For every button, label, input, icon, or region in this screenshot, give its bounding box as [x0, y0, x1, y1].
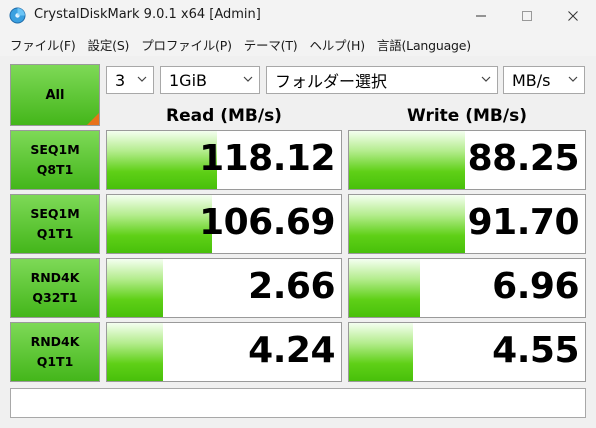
result-read-seq1m-q1t1: 106.69 [106, 194, 342, 254]
read-column-header: Read (MB/s) [166, 106, 282, 126]
app-disk-icon [9, 7, 26, 24]
test-seq1m-q8t1-button[interactable]: SEQ1M Q8T1 [10, 130, 100, 190]
folder-select[interactable]: フォルダー選択 [266, 66, 498, 94]
menu-settings[interactable]: 設定(S) [82, 35, 136, 54]
all-button[interactable]: All [10, 64, 100, 126]
test-label-line2: Q8T1 [36, 162, 74, 177]
result-write-rnd4k-q32t1: 6.96 [348, 258, 586, 318]
test-label-line1: RND4K [30, 270, 80, 285]
close-button[interactable] [550, 0, 596, 32]
menu-file[interactable]: ファイル(F) [4, 35, 82, 54]
test-rnd4k-q32t1-button[interactable]: RND4K Q32T1 [10, 258, 100, 318]
result-bar [107, 195, 213, 253]
test-label-line1: RND4K [30, 334, 80, 349]
minimize-button[interactable] [458, 0, 504, 32]
result-bar [349, 195, 465, 253]
chevron-down-icon [568, 76, 578, 82]
unit-select[interactable]: MB/s [503, 66, 585, 94]
result-read-seq1m-q8t1: 118.12 [106, 130, 342, 190]
result-read-rnd4k-q32t1: 2.66 [106, 258, 342, 318]
result-bar [349, 323, 413, 381]
chevron-down-icon [137, 76, 147, 82]
result-value: 88.25 [467, 138, 580, 179]
result-bar [349, 259, 420, 317]
test-seq1m-q1t1-button[interactable]: SEQ1M Q1T1 [10, 194, 100, 254]
test-label-line1: SEQ1M [30, 142, 80, 157]
menu-help[interactable]: ヘルプ(H) [303, 35, 370, 54]
result-read-rnd4k-q1t1: 4.24 [106, 322, 342, 382]
count-select-value: 3 [115, 70, 126, 90]
result-bar [107, 259, 164, 317]
close-icon [568, 11, 578, 21]
result-value: 91.70 [467, 202, 580, 243]
folder-select-value: フォルダー選択 [275, 72, 388, 91]
chevron-down-icon [243, 76, 253, 82]
result-write-seq1m-q1t1: 91.70 [348, 194, 586, 254]
all-button-label: All [45, 87, 65, 103]
minimize-icon [476, 15, 486, 17]
comment-field[interactable] [10, 388, 586, 418]
result-value: 4.55 [492, 330, 579, 371]
menu-profile[interactable]: プロファイル(P) [135, 35, 238, 54]
result-bar [349, 131, 465, 189]
count-select[interactable]: 3 [106, 66, 154, 94]
test-label-line1: SEQ1M [30, 206, 80, 221]
menu-language[interactable]: 言語(Language) [371, 35, 477, 54]
menu-bar: ファイル(F) 設定(S) プロファイル(P) テーマ(T) ヘルプ(H) 言語… [0, 32, 596, 56]
result-value: 2.66 [248, 266, 335, 307]
result-value: 6.96 [492, 266, 579, 307]
result-value: 106.69 [199, 202, 335, 243]
result-value: 4.24 [248, 330, 335, 371]
window-title: CrystalDiskMark 9.0.1 x64 [Admin] [34, 7, 261, 22]
all-corner-marker [87, 113, 99, 125]
result-bar [107, 323, 164, 381]
size-select-value: 1GiB [169, 70, 207, 90]
maximize-button[interactable] [504, 0, 550, 32]
result-write-rnd4k-q1t1: 4.55 [348, 322, 586, 382]
test-label-line2: Q32T1 [32, 290, 78, 305]
size-select[interactable]: 1GiB [160, 66, 260, 94]
test-rnd4k-q1t1-button[interactable]: RND4K Q1T1 [10, 322, 100, 382]
chevron-down-icon [481, 76, 491, 82]
test-label-line2: Q1T1 [36, 226, 74, 241]
result-write-seq1m-q8t1: 88.25 [348, 130, 586, 190]
write-column-header: Write (MB/s) [407, 106, 527, 126]
maximize-icon [522, 11, 532, 21]
unit-select-value: MB/s [512, 70, 551, 90]
title-bar: CrystalDiskMark 9.0.1 x64 [Admin] [0, 0, 596, 32]
result-value: 118.12 [199, 138, 335, 179]
menu-theme[interactable]: テーマ(T) [238, 35, 304, 54]
test-label-line2: Q1T1 [36, 354, 74, 369]
